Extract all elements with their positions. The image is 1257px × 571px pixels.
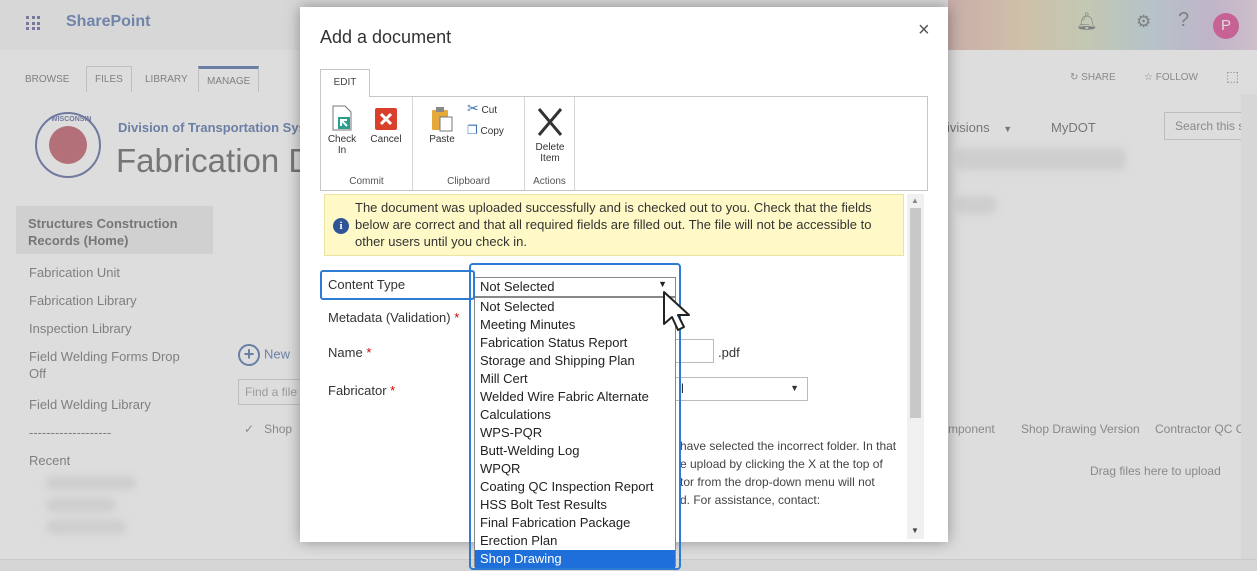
cancel-button[interactable]: Cancel bbox=[368, 105, 404, 145]
copy-icon: ❐ bbox=[467, 123, 478, 137]
help-text: have selected the incorrect folder. In t… bbox=[680, 437, 910, 509]
help-line: tor from the drop-down menu will not bbox=[680, 475, 875, 489]
highlight-content-type-label bbox=[320, 270, 475, 300]
scroll-down-icon[interactable]: ▼ bbox=[911, 526, 919, 535]
chevron-down-icon: ▼ bbox=[790, 383, 799, 393]
name-label: Name * bbox=[328, 345, 372, 360]
help-line: e upload by clicking the X at the top of bbox=[680, 457, 883, 471]
info-message: The document was uploaded successfully a… bbox=[355, 200, 872, 249]
delete-x-icon bbox=[535, 105, 565, 139]
mouse-cursor-icon bbox=[663, 291, 690, 331]
ribbon-group-commit: Check In Cancel Commit bbox=[321, 97, 413, 190]
upload-info-banner: i The document was uploaded successfully… bbox=[324, 194, 904, 256]
check-in-button[interactable]: Check In bbox=[327, 105, 357, 156]
fabricator-select[interactable]: l ▼ bbox=[674, 377, 808, 401]
name-extension: .pdf bbox=[718, 345, 740, 360]
help-line: have selected the incorrect folder. In t… bbox=[680, 439, 897, 453]
copy-button[interactable]: ❐ Copy bbox=[467, 123, 504, 137]
scissors-icon: ✂ bbox=[467, 100, 479, 116]
check-in-icon bbox=[330, 105, 354, 131]
fabricator-label: Fabricator * bbox=[328, 383, 396, 398]
dialog-ribbon: Check In Cancel Commit Paste ✂ Cut ❐ Cop… bbox=[320, 96, 928, 191]
metadata-label: Metadata (Validation) * bbox=[328, 310, 460, 325]
help-line: d. For assistance, contact: bbox=[680, 493, 821, 507]
delete-item-button[interactable]: Delete Item bbox=[531, 105, 569, 164]
group-label-commit: Commit bbox=[349, 176, 384, 187]
group-label-clipboard: Clipboard bbox=[447, 176, 490, 187]
group-label-actions: Actions bbox=[533, 176, 566, 187]
info-icon: i bbox=[333, 218, 349, 234]
ribbon-group-actions: Delete Item Actions bbox=[525, 97, 575, 190]
dialog-scroll-thumb[interactable] bbox=[910, 208, 921, 418]
scroll-up-icon[interactable]: ▲ bbox=[911, 196, 919, 205]
dialog-title: Add a document bbox=[320, 27, 452, 47]
close-icon[interactable]: × bbox=[918, 19, 930, 42]
highlight-content-type-select bbox=[469, 263, 681, 570]
ribbon-group-clipboard: Paste ✂ Cut ❐ Copy Clipboard bbox=[413, 97, 525, 190]
paste-icon bbox=[430, 105, 454, 132]
tab-edit[interactable]: EDIT bbox=[320, 69, 370, 97]
paste-button[interactable]: Paste bbox=[427, 105, 457, 145]
cancel-icon bbox=[374, 105, 398, 131]
cut-button[interactable]: ✂ Cut bbox=[467, 100, 497, 116]
